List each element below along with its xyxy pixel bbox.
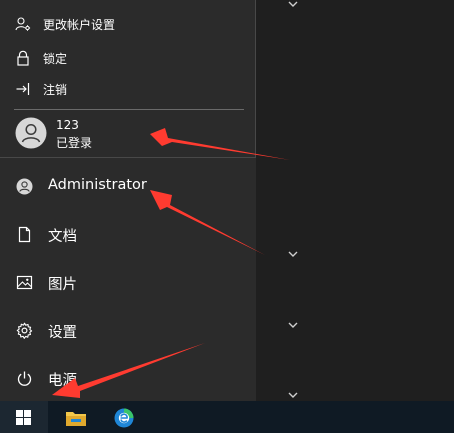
rail-item-label: 文档 bbox=[48, 229, 77, 245]
power-icon bbox=[16, 370, 33, 387]
edge-browser-icon bbox=[114, 408, 134, 428]
other-user-name: 123 bbox=[56, 118, 79, 132]
file-explorer-icon bbox=[66, 412, 86, 426]
windows-start-icon bbox=[16, 410, 31, 425]
rail-item-account[interactable]: Administrator bbox=[0, 166, 256, 206]
flyout-item-label: 更改帐户设置 bbox=[43, 17, 116, 32]
start-button[interactable] bbox=[0, 401, 48, 433]
start-menu-tiles-pane bbox=[256, 0, 454, 401]
chevron-down-icon[interactable] bbox=[287, 0, 299, 10]
document-icon bbox=[16, 226, 33, 243]
rail-item-label: 图片 bbox=[48, 277, 77, 293]
pictures-icon bbox=[16, 274, 33, 291]
taskbar bbox=[0, 401, 454, 433]
rail-item-label: 设置 bbox=[48, 325, 77, 341]
avatar bbox=[15, 117, 47, 149]
edge-browser-button[interactable] bbox=[100, 401, 148, 433]
flyout-divider bbox=[14, 109, 244, 110]
lock-icon bbox=[15, 50, 31, 66]
rail-item-pictures[interactable]: 图片 bbox=[0, 262, 256, 302]
sign-out-item[interactable]: 注销 bbox=[0, 74, 255, 104]
start-menu: Administrator 文档 图片 设置 电源 更改帐户设置 锁定 注销 1… bbox=[0, 0, 454, 401]
rail-item-label: 电源 bbox=[48, 373, 77, 389]
rail-item-settings[interactable]: 设置 bbox=[0, 310, 256, 350]
lock-item[interactable]: 锁定 bbox=[0, 43, 255, 73]
flyout-item-label: 锁定 bbox=[43, 51, 68, 66]
chevron-down-icon[interactable] bbox=[287, 250, 299, 260]
other-user-item[interactable]: 123 已登录 bbox=[0, 114, 255, 154]
flyout-item-label: 注销 bbox=[43, 82, 68, 97]
file-explorer-button[interactable] bbox=[52, 401, 100, 433]
rail-item-label: Administrator bbox=[48, 177, 147, 193]
user-avatar-icon bbox=[16, 178, 33, 195]
sign-out-icon bbox=[15, 81, 31, 97]
other-user-status: 已登录 bbox=[56, 136, 93, 150]
account-flyout: 更改帐户设置 锁定 注销 123 已登录 bbox=[0, 0, 256, 158]
chevron-down-icon[interactable] bbox=[287, 321, 299, 331]
gear-icon bbox=[16, 322, 33, 339]
change-account-settings-item[interactable]: 更改帐户设置 bbox=[0, 9, 255, 39]
rail-item-documents[interactable]: 文档 bbox=[0, 214, 256, 254]
rail-item-power[interactable]: 电源 bbox=[0, 358, 256, 398]
chevron-down-icon[interactable] bbox=[287, 391, 299, 401]
user-settings-icon bbox=[15, 16, 31, 32]
